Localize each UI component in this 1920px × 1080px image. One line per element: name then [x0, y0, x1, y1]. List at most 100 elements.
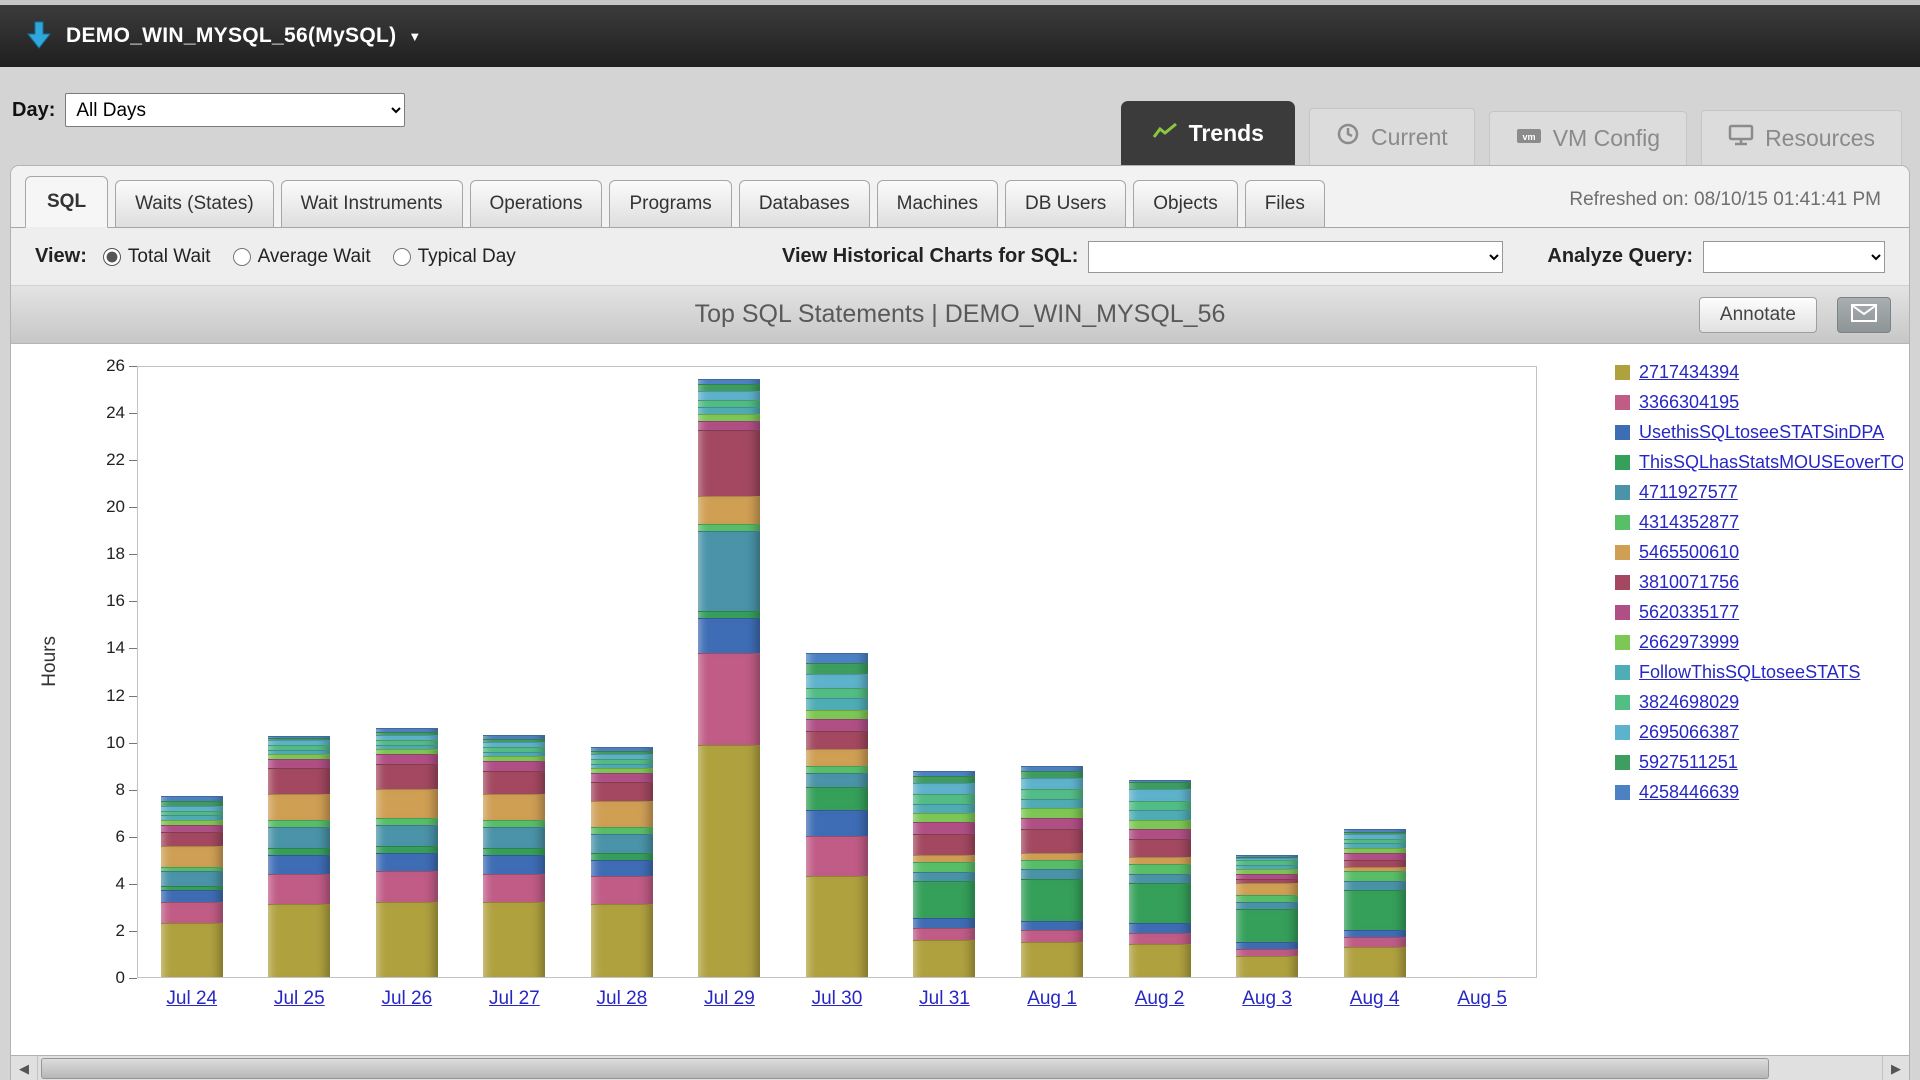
- bar-segment[interactable]: [1129, 829, 1191, 838]
- bar-segment[interactable]: [1236, 895, 1298, 902]
- bar-segment[interactable]: [806, 876, 868, 977]
- bar-segment[interactable]: [1129, 782, 1191, 789]
- x-axis-date-link[interactable]: Jul 27: [489, 988, 540, 1009]
- bar-segment[interactable]: [1129, 933, 1191, 945]
- x-axis-date-link[interactable]: Aug 3: [1242, 988, 1292, 1009]
- legend-link[interactable]: 5620335177: [1639, 602, 1739, 623]
- bar-segment[interactable]: [806, 773, 868, 787]
- bar-segment[interactable]: [1021, 818, 1083, 830]
- x-axis-date-link[interactable]: Aug 5: [1457, 988, 1507, 1009]
- bar-segment[interactable]: [161, 871, 223, 885]
- bar-segment[interactable]: [591, 782, 653, 801]
- bar-segment[interactable]: [376, 846, 438, 853]
- bar-segment[interactable]: [913, 813, 975, 822]
- bar-segment[interactable]: [591, 801, 653, 827]
- bar-segment[interactable]: [806, 810, 868, 836]
- bar-segment[interactable]: [483, 874, 545, 902]
- bar-segment[interactable]: [1236, 902, 1298, 909]
- tab-files[interactable]: Files: [1245, 180, 1325, 227]
- bar-segment[interactable]: [913, 872, 975, 881]
- bar-segment[interactable]: [698, 745, 760, 977]
- bar-segment[interactable]: [376, 825, 438, 846]
- bar-segment[interactable]: [483, 827, 545, 848]
- legend-link[interactable]: 4711927577: [1639, 482, 1738, 503]
- horizontal-scrollbar[interactable]: ◀ ▶: [11, 1055, 1909, 1080]
- bar-segment[interactable]: [1236, 942, 1298, 949]
- bar-segment[interactable]: [161, 890, 223, 902]
- bar-segment[interactable]: [591, 834, 653, 853]
- bar-segment[interactable]: [698, 430, 760, 496]
- bar-segment[interactable]: [591, 827, 653, 834]
- bar-segment[interactable]: [483, 848, 545, 855]
- bar-segment[interactable]: [1021, 930, 1083, 942]
- radio-total-wait[interactable]: Total Wait: [103, 246, 211, 268]
- bar-segment[interactable]: [1021, 799, 1083, 808]
- bar-segment[interactable]: [483, 902, 545, 977]
- bar-segment[interactable]: [483, 761, 545, 770]
- bar-segment[interactable]: [1021, 869, 1083, 878]
- day-select[interactable]: All Days: [65, 93, 405, 127]
- nav-tab-current[interactable]: Current: [1309, 108, 1475, 165]
- bar-segment[interactable]: [591, 904, 653, 977]
- bar-segment[interactable]: [1021, 829, 1083, 853]
- bar-segment[interactable]: [1129, 857, 1191, 864]
- legend-link[interactable]: 2695066387: [1639, 722, 1739, 743]
- bar-segment[interactable]: [161, 825, 223, 832]
- scrollbar-left-arrow[interactable]: ◀: [11, 1056, 38, 1080]
- bar-segment[interactable]: [1021, 778, 1083, 790]
- bar-segment[interactable]: [1344, 937, 1406, 946]
- bar-segment[interactable]: [1129, 923, 1191, 932]
- bar-segment[interactable]: [913, 804, 975, 813]
- bar-segment[interactable]: [1129, 789, 1191, 801]
- bar-segment[interactable]: [591, 876, 653, 904]
- legend-link[interactable]: FollowThisSQLtoseeSTATS: [1639, 662, 1860, 683]
- bar-segment[interactable]: [376, 853, 438, 872]
- nav-tab-resources[interactable]: Resources: [1701, 110, 1902, 165]
- bar-segment[interactable]: [698, 407, 760, 414]
- bar-segment[interactable]: [913, 918, 975, 927]
- bar-segment[interactable]: [376, 754, 438, 763]
- x-axis-date-link[interactable]: Jul 28: [597, 988, 648, 1009]
- bar-segment[interactable]: [806, 766, 868, 773]
- historical-charts-select[interactable]: [1088, 241, 1503, 273]
- bar-segment[interactable]: [161, 846, 223, 867]
- bar-segment[interactable]: [806, 710, 868, 719]
- bar-segment[interactable]: [698, 421, 760, 430]
- x-axis-date-link[interactable]: Jul 31: [919, 988, 970, 1009]
- bar-segment[interactable]: [806, 653, 868, 662]
- database-dropdown-caret-icon[interactable]: ▼: [408, 29, 421, 44]
- tab-objects[interactable]: Objects: [1133, 180, 1237, 227]
- bar-segment[interactable]: [806, 749, 868, 765]
- nav-tab-vm-config[interactable]: vm VM Config: [1489, 111, 1687, 165]
- legend-link[interactable]: 4314352877: [1639, 512, 1739, 533]
- bar-segment[interactable]: [1129, 944, 1191, 977]
- bar-segment[interactable]: [806, 719, 868, 731]
- bar-segment[interactable]: [1236, 949, 1298, 956]
- bar-segment[interactable]: [698, 391, 760, 400]
- radio-total-wait-input[interactable]: [103, 248, 121, 266]
- bar-segment[interactable]: [913, 928, 975, 940]
- bar-segment[interactable]: [913, 940, 975, 978]
- bar-segment[interactable]: [806, 836, 868, 876]
- legend-link[interactable]: UsethisSQLtoseeSTATSinDPA: [1639, 422, 1884, 443]
- bar-segment[interactable]: [1129, 810, 1191, 819]
- legend-link[interactable]: 2717434394: [1639, 362, 1739, 383]
- x-axis-date-link[interactable]: Aug 1: [1027, 988, 1077, 1009]
- bar-segment[interactable]: [1129, 820, 1191, 829]
- bar-segment[interactable]: [161, 902, 223, 923]
- legend-link[interactable]: 4258446639: [1639, 782, 1739, 803]
- bar-segment[interactable]: [376, 789, 438, 817]
- analyze-query-select[interactable]: [1703, 241, 1885, 273]
- radio-typical-day[interactable]: Typical Day: [393, 246, 516, 268]
- bar-segment[interactable]: [1344, 881, 1406, 890]
- bar-segment[interactable]: [1344, 860, 1406, 867]
- bar-segment[interactable]: [483, 771, 545, 795]
- tab-db-users[interactable]: DB Users: [1005, 180, 1126, 227]
- bar-segment[interactable]: [268, 768, 330, 794]
- bar-segment[interactable]: [1236, 956, 1298, 977]
- bar-segment[interactable]: [268, 848, 330, 855]
- bar-segment[interactable]: [268, 759, 330, 768]
- bar-segment[interactable]: [698, 414, 760, 421]
- bar-segment[interactable]: [1344, 853, 1406, 860]
- bar-segment[interactable]: [1021, 771, 1083, 778]
